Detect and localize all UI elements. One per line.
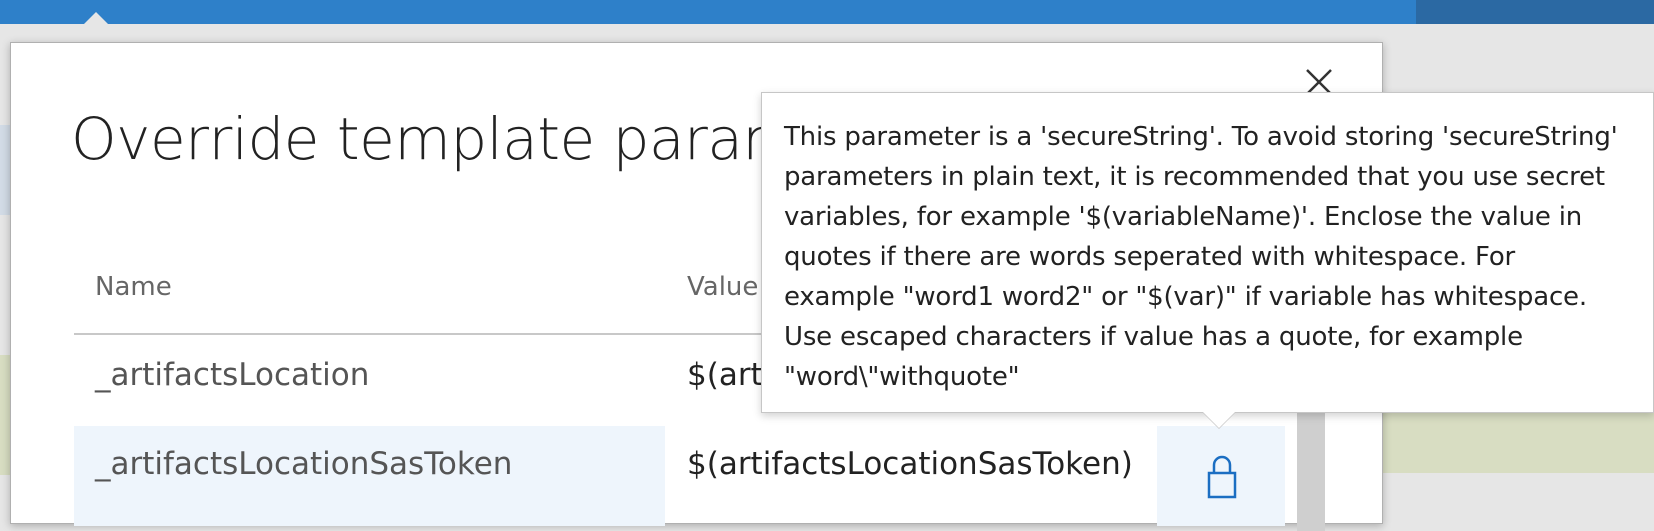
tooltip-pointer xyxy=(1203,412,1235,428)
top-bar-right-section xyxy=(1416,0,1654,24)
top-bar-notch xyxy=(83,12,109,25)
tooltip-line: This parameter is a 'secureString'. To a… xyxy=(784,122,1618,152)
parameter-name: _artifactsLocation xyxy=(95,357,370,393)
lock-icon[interactable] xyxy=(1207,453,1237,501)
tooltip-line: variables, for example '$(variableName)'… xyxy=(784,202,1583,232)
secure-string-tooltip: This parameter is a 'secureString'. To a… xyxy=(761,92,1654,413)
top-navigation-bar xyxy=(0,0,1654,24)
parameter-value-input[interactable]: $(artifactsLocationSasToken) xyxy=(687,446,1133,482)
scrollbar[interactable] xyxy=(1297,401,1325,531)
column-header-value: Value xyxy=(687,272,759,302)
parameter-name: _artifactsLocationSasToken xyxy=(95,446,513,482)
tooltip-line: example "word1 word2" or "$(var)" if var… xyxy=(784,282,1587,312)
tooltip-line: "word\"withquote" xyxy=(784,362,1020,392)
tooltip-text: This parameter is a 'secureString'. To a… xyxy=(784,117,1644,397)
tooltip-line: Use escaped characters if value has a qu… xyxy=(784,322,1523,352)
tooltip-line: parameters in plain text, it is recommen… xyxy=(784,162,1605,192)
tooltip-line: quotes if there are words seperated with… xyxy=(784,242,1516,272)
column-header-name: Name xyxy=(95,272,172,302)
